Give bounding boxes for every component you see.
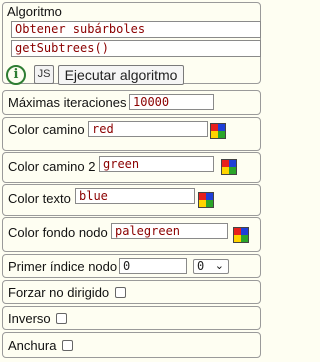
path-color-2-input[interactable]: green [99,156,214,172]
first-node-index-select-value: 0 [197,259,205,273]
color-picker-icon[interactable] [198,192,214,208]
algorithm-title: Algoritmo [7,4,62,19]
inverse-row: Inverso [2,306,261,330]
breadth-checkbox[interactable] [62,340,73,351]
text-color-input[interactable]: blue [75,188,195,204]
path-color-input[interactable]: red [88,121,208,137]
path-color-2-row: Color camino 2 green [2,152,261,183]
color-picker-icon[interactable] [210,123,226,139]
chevron-down-icon: ⌄ [214,259,224,272]
max-iterations-row: Máximas iteraciones 10000 [2,90,261,115]
first-node-index-label: Primer índice nodo [8,259,118,274]
force-undirected-row: Forzar no dirigido [2,280,261,304]
first-node-index-input[interactable]: 0 [119,258,187,274]
path-color-2-label: Color camino 2 [8,159,96,174]
algorithm-function-input[interactable]: getSubtrees() [11,40,261,57]
node-bg-color-input[interactable]: palegreen [111,223,228,239]
max-iterations-input[interactable]: 10000 [129,94,214,110]
force-undirected-checkbox[interactable] [115,287,126,298]
path-color-row: Color camino red [2,117,261,151]
text-color-row: Color texto blue [2,184,261,216]
js-button[interactable]: JS [34,65,54,84]
path-color-label: Color camino [8,122,85,137]
color-picker-icon[interactable] [221,159,237,175]
info-icon[interactable]: i [6,65,26,85]
inverse-label: Inverso [8,311,51,326]
text-color-label: Color texto [8,191,71,206]
force-undirected-label: Forzar no dirigido [8,285,110,300]
first-node-index-row: Primer índice nodo 0 0 ⌄ [2,254,261,278]
breadth-row: Anchura [2,332,261,358]
color-picker-icon[interactable] [233,227,249,243]
node-bg-color-row: Color fondo nodo palegreen [2,217,261,252]
node-bg-color-label: Color fondo nodo [8,225,108,240]
algorithm-name-input[interactable]: Obtener subárboles [11,21,261,38]
inverse-checkbox[interactable] [56,313,67,324]
first-node-index-select[interactable]: 0 ⌄ [193,259,229,274]
max-iterations-label: Máximas iteraciones [8,95,127,110]
breadth-label: Anchura [8,338,57,353]
run-algorithm-button[interactable]: Ejecutar algoritmo [58,65,184,85]
